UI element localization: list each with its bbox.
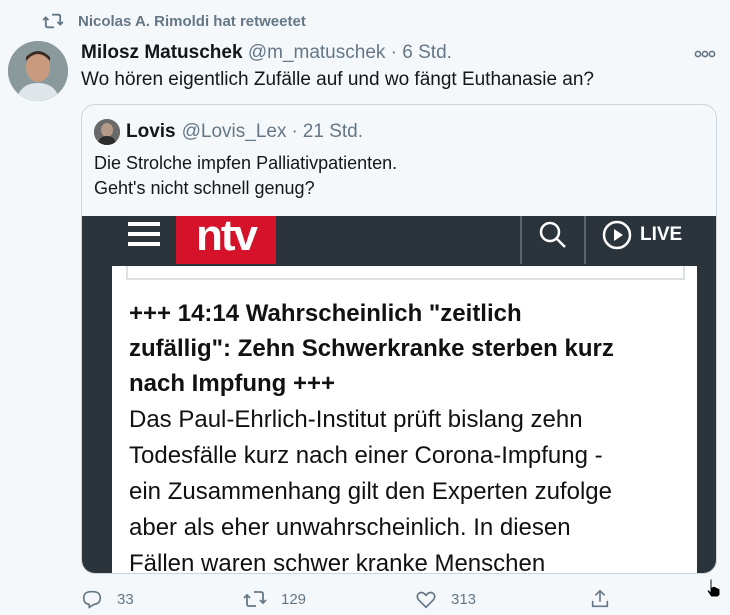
- hand-cursor-icon: [705, 578, 721, 603]
- nav-divider: [584, 216, 586, 264]
- reply-count: 33: [117, 590, 134, 608]
- article-divider: [126, 266, 685, 280]
- quoted-tweet-time[interactable]: 21 Std.: [303, 121, 363, 143]
- body-line: Fällen waren schwer kranke Menschen: [129, 550, 546, 573]
- retweet-context[interactable]: Nicolas A. Rimoldi hat retweetet: [42, 12, 306, 30]
- quoted-author-name[interactable]: Lovis: [126, 121, 176, 143]
- body-line: aber als eher unwahrscheinlich. In diese…: [129, 514, 571, 541]
- author-handle[interactable]: @m_matuschek: [248, 42, 386, 63]
- like-count: 313: [451, 590, 477, 608]
- separator-dot: ·: [291, 121, 298, 142]
- article-body: Das Paul-Ehrlich-Institut prüft bislang …: [129, 402, 689, 573]
- article-headline: +++ 14:14 Wahrscheinlich "zeitlich zufäl…: [129, 296, 689, 401]
- quoted-tweet-image[interactable]: ntv LIVE +++ 14:14 Wahrscheinlich "zeitl…: [82, 216, 716, 573]
- quoted-tweet-text: Die Strolche impfen Palliativpatienten. …: [94, 151, 397, 201]
- headline-line: zufällig": Zehn Schwerkranke sterben kur…: [129, 335, 614, 362]
- more-options-icon: [694, 50, 716, 58]
- body-line: Das Paul-Ehrlich-Institut prüft bislang …: [129, 406, 583, 433]
- like-button[interactable]: 313: [415, 588, 476, 610]
- quoted-author-handle[interactable]: @Lovis_Lex: [182, 121, 287, 143]
- body-line: ein Zusammenhang gilt den Experten zufol…: [129, 478, 612, 505]
- play-icon: [602, 220, 632, 250]
- tweet-text: Wo hören eigentlich Zufälle auf und wo f…: [81, 69, 594, 90]
- retweet-icon: [243, 591, 267, 607]
- live-button: LIVE: [602, 220, 682, 250]
- headline-line: nach Impfung +++: [129, 370, 336, 397]
- retweet-count: 129: [281, 590, 307, 608]
- quoted-text-line: Die Strolche impfen Palliativpatienten.: [94, 153, 398, 173]
- tweet-header: Milosz Matuschek @m_matuschek · 6 Std.: [81, 42, 452, 64]
- reply-icon: [82, 590, 102, 609]
- quoted-avatar[interactable]: [94, 119, 120, 145]
- search-icon: [539, 221, 566, 248]
- share-button[interactable]: [589, 588, 625, 610]
- ntv-navbar: ntv LIVE: [82, 216, 716, 266]
- tweet-time[interactable]: 6 Std.: [402, 42, 452, 63]
- reply-button[interactable]: 33: [81, 588, 134, 610]
- retweet-button[interactable]: 129: [243, 588, 306, 610]
- quoted-avatar-image: [94, 119, 120, 145]
- nav-divider: [520, 216, 522, 264]
- retweet-context-text: Nicolas A. Rimoldi hat retweetet: [78, 12, 306, 30]
- share-icon: [591, 589, 609, 608]
- menu-icon: [128, 222, 160, 252]
- separator-dot: ·: [390, 42, 397, 63]
- avatar-image: [8, 41, 68, 101]
- author-name[interactable]: Milosz Matuschek: [81, 42, 243, 63]
- body-line: Todesfälle kurz nach einer Corona-Impfun…: [129, 442, 603, 469]
- avatar[interactable]: [8, 41, 68, 101]
- quoted-text-line: Geht's nicht schnell genug?: [94, 178, 315, 198]
- quoted-tweet-header: Lovis @Lovis_Lex · 21 Std.: [94, 119, 363, 145]
- tweet-actions: 33 129 313: [81, 588, 641, 610]
- headline-line: +++ 14:14 Wahrscheinlich "zeitlich: [129, 300, 522, 327]
- ntv-logo: ntv: [176, 216, 276, 264]
- quoted-tweet[interactable]: Lovis @Lovis_Lex · 21 Std. Die Strolche …: [81, 104, 717, 574]
- heart-icon: [416, 591, 436, 609]
- live-label: LIVE: [640, 224, 683, 245]
- article-screenshot: +++ 14:14 Wahrscheinlich "zeitlich zufäl…: [112, 266, 697, 573]
- more-options-button[interactable]: [694, 46, 716, 64]
- retweet-icon: [42, 13, 64, 29]
